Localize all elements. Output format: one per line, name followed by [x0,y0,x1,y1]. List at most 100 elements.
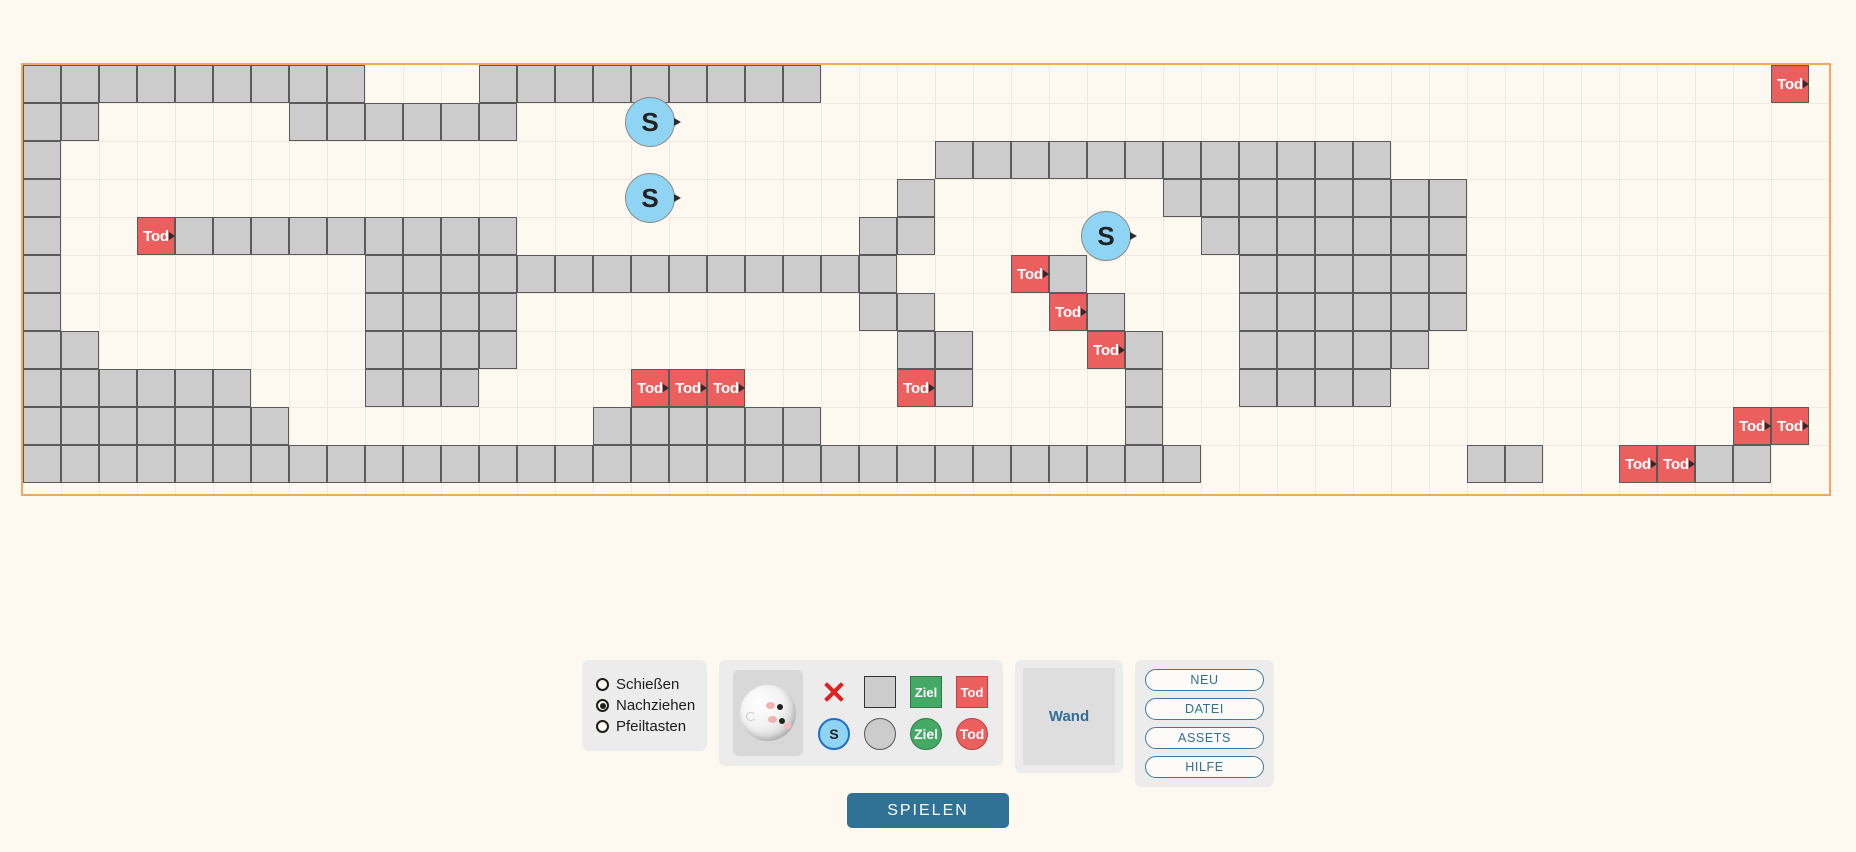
wall-tile[interactable] [593,445,631,483]
wall-tile[interactable] [1011,141,1049,179]
start-actor[interactable]: S [1081,211,1137,261]
wall-tile[interactable] [61,103,99,141]
wall-tile[interactable] [707,65,745,103]
wall-tile[interactable] [23,293,61,331]
wall-tile[interactable] [479,217,517,255]
wall-tile[interactable] [1353,293,1391,331]
wall-tile[interactable] [441,445,479,483]
wall-tile[interactable] [631,407,669,445]
wall-tile[interactable] [669,65,707,103]
wall-tile[interactable] [327,65,365,103]
wall-tile[interactable] [365,331,403,369]
wall-tile[interactable] [1391,331,1429,369]
wall-tile[interactable] [1429,293,1467,331]
wall-tile[interactable] [1049,255,1087,293]
wall-tile[interactable] [517,255,555,293]
wall-tile[interactable] [99,445,137,483]
wall-tile[interactable] [821,445,859,483]
wall-tile[interactable] [1087,141,1125,179]
wall-tile[interactable] [403,331,441,369]
wall-tile[interactable] [707,445,745,483]
wall-tile[interactable] [1011,445,1049,483]
wall-tile[interactable] [99,65,137,103]
wall-tile[interactable] [1429,179,1467,217]
wall-tile[interactable] [1353,255,1391,293]
wall-tile[interactable] [1429,217,1467,255]
wall-tile[interactable] [1353,331,1391,369]
wall-tile[interactable] [745,65,783,103]
wall-tile[interactable] [23,255,61,293]
death-tile[interactable]: Tod [1657,445,1695,483]
wall-tile[interactable] [783,65,821,103]
wall-tile[interactable] [897,293,935,331]
wall-tile[interactable] [1239,179,1277,217]
wall-tile[interactable] [1125,331,1163,369]
wall-tile[interactable] [327,445,365,483]
wall-tile[interactable] [175,217,213,255]
wall-tile[interactable] [973,445,1011,483]
palette-wall-square[interactable] [864,676,896,708]
play-button[interactable]: SPIELEN [847,793,1009,828]
wall-tile[interactable] [593,407,631,445]
wall-tile[interactable] [555,255,593,293]
wall-tile[interactable] [669,407,707,445]
wall-tile[interactable] [23,141,61,179]
level-grid-canvas[interactable]: Tod Tod Tod Tod Tod Tod Tod Tod Tod Tod Tod Tod Tod S… [21,63,1831,496]
wall-tile[interactable] [175,407,213,445]
wall-tile[interactable] [1277,293,1315,331]
wall-tile[interactable] [1315,369,1353,407]
wall-tile[interactable] [1125,369,1163,407]
wall-tile[interactable] [821,255,859,293]
wall-tile[interactable] [859,217,897,255]
wall-tile[interactable] [213,407,251,445]
death-tile[interactable]: Tod [1771,407,1809,445]
wall-tile[interactable] [631,255,669,293]
wall-tile[interactable] [403,369,441,407]
wall-tile[interactable] [1239,369,1277,407]
wall-tile[interactable] [441,103,479,141]
wall-tile[interactable] [99,369,137,407]
start-actor[interactable]: S [625,173,681,223]
wall-tile[interactable] [935,445,973,483]
wall-tile[interactable] [213,369,251,407]
wall-tile[interactable] [1049,141,1087,179]
wall-tile[interactable] [1239,217,1277,255]
wall-tile[interactable] [251,407,289,445]
wall-tile[interactable] [403,217,441,255]
palette-goal-circle[interactable]: Ziel [910,718,942,750]
wall-tile[interactable] [1391,179,1429,217]
wall-tile[interactable] [897,179,935,217]
wall-tile[interactable] [1239,255,1277,293]
wall-tile[interactable] [403,103,441,141]
wall-tile[interactable] [859,293,897,331]
wall-tile[interactable] [441,293,479,331]
wall-tile[interactable] [555,65,593,103]
wall-tile[interactable] [1695,445,1733,483]
wall-tile[interactable] [973,141,1011,179]
wall-tile[interactable] [1201,141,1239,179]
wall-tile[interactable] [783,255,821,293]
wall-tile[interactable] [403,445,441,483]
death-tile[interactable]: Tod [669,369,707,407]
wall-tile[interactable] [23,65,61,103]
wall-tile[interactable] [517,445,555,483]
wall-tile[interactable] [1429,255,1467,293]
wall-tile[interactable] [1353,141,1391,179]
wall-tile[interactable] [1239,141,1277,179]
wall-tile[interactable] [251,445,289,483]
wall-tile[interactable] [1391,255,1429,293]
menu-button-datei[interactable]: DATEI [1145,698,1264,720]
wall-tile[interactable] [1239,293,1277,331]
wall-tile[interactable] [251,65,289,103]
death-tile[interactable]: Tod [1049,293,1087,331]
wall-tile[interactable] [403,255,441,293]
wall-tile[interactable] [1277,217,1315,255]
wall-tile[interactable] [707,255,745,293]
wall-tile[interactable] [1353,179,1391,217]
wall-tile[interactable] [365,255,403,293]
death-tile[interactable]: Tod [1733,407,1771,445]
wall-tile[interactable] [23,179,61,217]
wall-tile[interactable] [327,103,365,141]
wall-tile[interactable] [1353,369,1391,407]
wall-tile[interactable] [1733,445,1771,483]
